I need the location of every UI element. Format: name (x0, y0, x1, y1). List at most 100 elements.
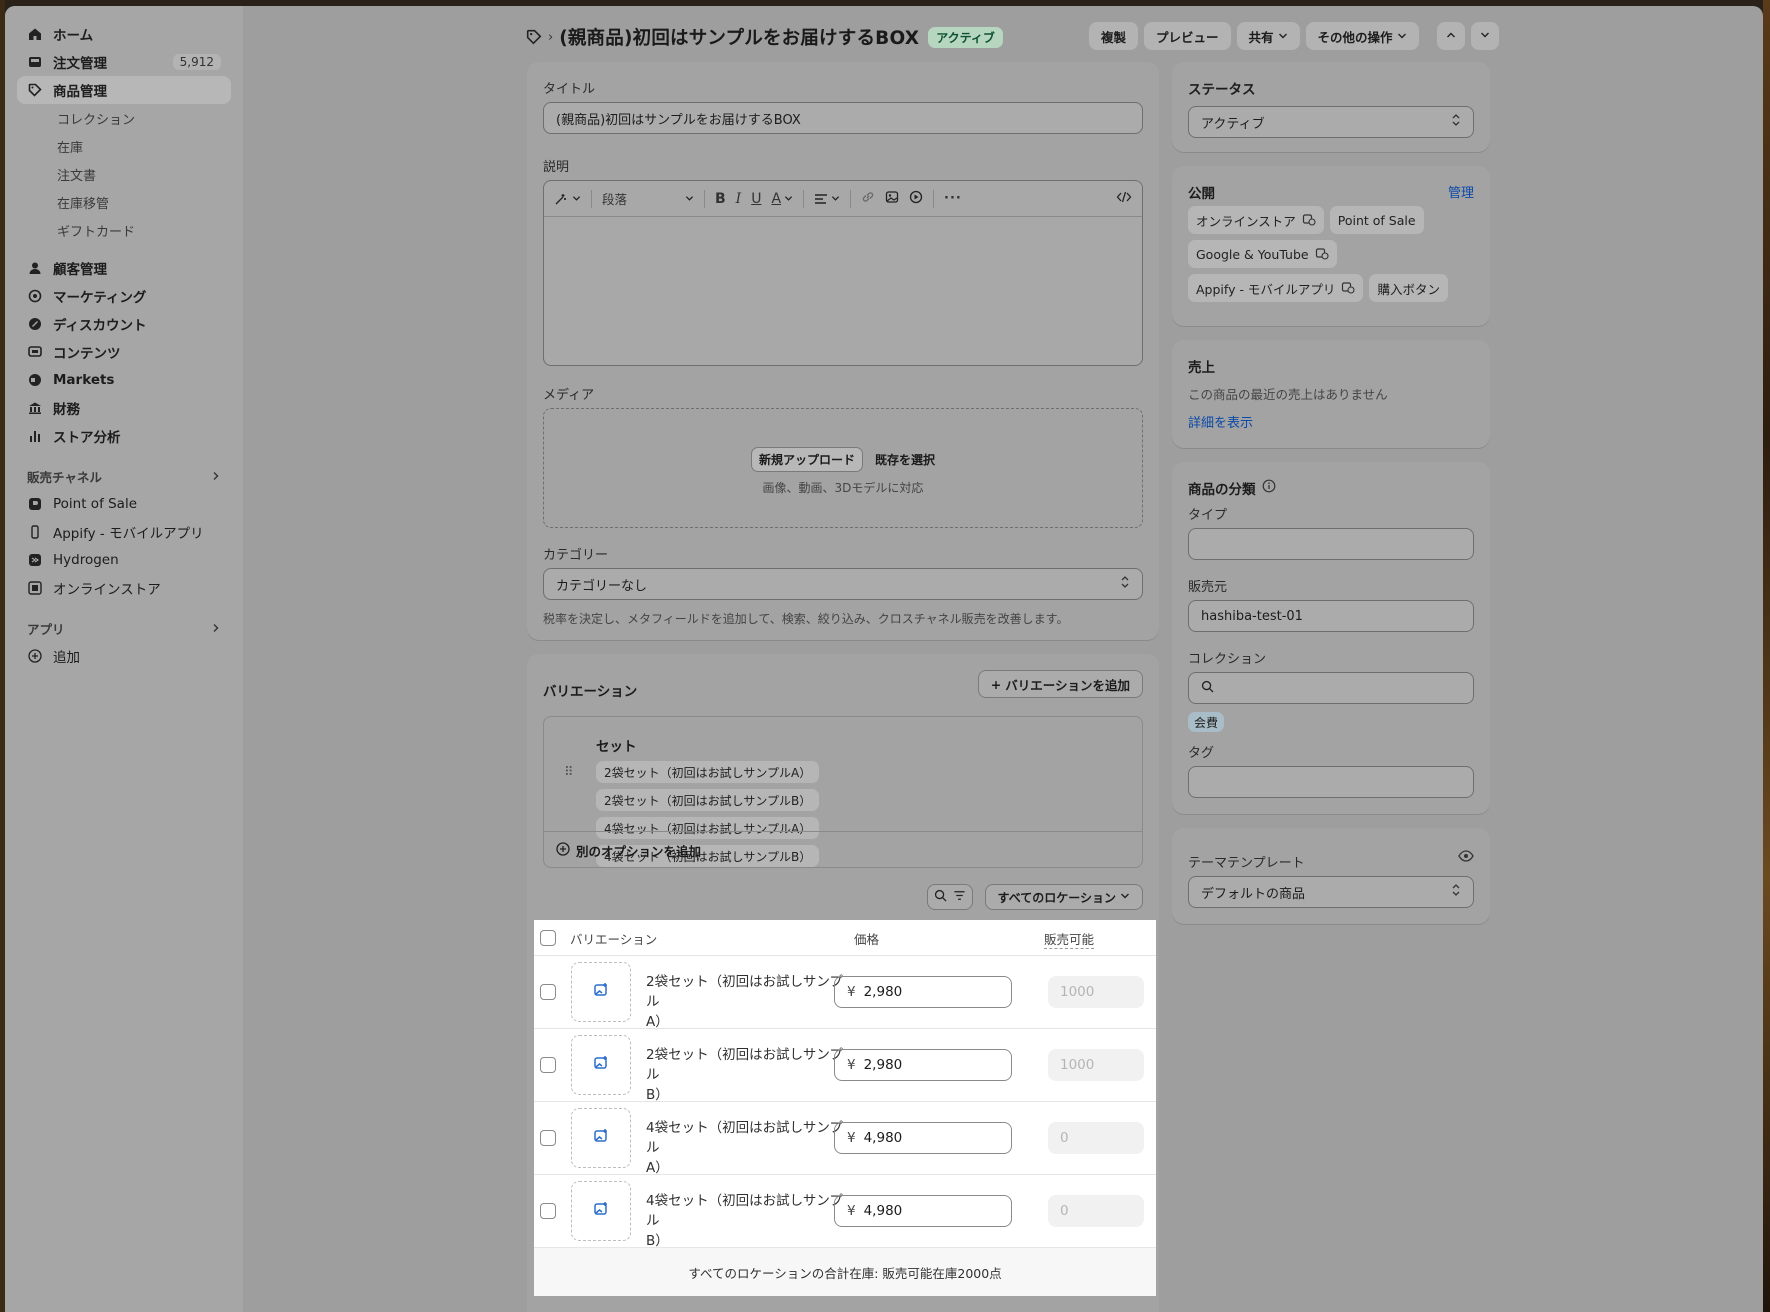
variant-image-placeholder[interactable] (571, 962, 631, 1022)
upload-new-button[interactable]: 新規アップロード (750, 447, 863, 472)
table-row[interactable]: 4袋セット（初回はお試しサンプル A） ¥4,980 0 (534, 1102, 1156, 1176)
available-input[interactable]: 0 (1048, 1122, 1144, 1154)
sidebar-subitem-gift-cards[interactable]: ギフトカード (17, 216, 231, 244)
next-product-button[interactable] (1470, 22, 1499, 50)
sidebar-item-finance[interactable]: 財務 (17, 394, 231, 422)
table-row[interactable]: 2袋セット（初回はお試しサンプル B） ¥2,980 1000 (534, 1029, 1156, 1105)
sidebar-item-discounts[interactable]: ディスカウント (17, 310, 231, 338)
more-formatting-icon[interactable]: ··· (944, 191, 962, 206)
sidebar-add-app[interactable]: 追加 (17, 642, 231, 670)
sidebar-channel-hydrogen[interactable]: Hydrogen (17, 546, 231, 574)
collection-search-input[interactable] (1188, 672, 1474, 704)
sidebar-channel-online-store[interactable]: オンラインストア (17, 574, 231, 602)
sidebar-channel-pos[interactable]: Point of Sale (17, 490, 231, 518)
row-checkbox[interactable] (540, 1203, 556, 1219)
variant-image-placeholder[interactable] (571, 1181, 631, 1241)
select-all-checkbox[interactable] (540, 930, 556, 946)
bold-icon[interactable]: B (715, 191, 726, 207)
price-input[interactable]: ¥2,980 (834, 1049, 1012, 1081)
sidebar-item-marketing[interactable]: マーケティング (17, 282, 231, 310)
magic-icon[interactable] (554, 192, 581, 206)
tags-input[interactable] (1188, 766, 1474, 798)
drag-handle-icon[interactable]: ⠿ (564, 765, 574, 780)
home-icon (27, 26, 43, 42)
select-arrows-icon (1120, 575, 1130, 593)
search-filter-button[interactable] (927, 884, 973, 910)
media-dropzone[interactable]: 新規アップロード 既存を選択 画像、動画、3Dモデルに対応 (543, 408, 1143, 528)
sidebar-subitem-inventory[interactable]: 在庫 (17, 132, 231, 160)
filter-icon (953, 889, 966, 905)
price-input[interactable]: ¥4,980 (834, 1122, 1012, 1154)
italic-icon[interactable]: I (736, 191, 742, 207)
select-existing-link[interactable]: 既存を選択 (875, 451, 935, 468)
variant-name-line: 4袋セット（初回はお試しサンプル (646, 1193, 843, 1229)
underline-icon[interactable]: U (751, 191, 761, 207)
table-row[interactable]: 2袋セット（初回はお試しサンプル A） ¥2,980 1000 (534, 956, 1156, 1030)
text-color-icon[interactable]: A (771, 191, 793, 207)
view-details-link[interactable]: 詳細を表示 (1188, 412, 1253, 431)
manage-link[interactable]: 管理 (1448, 182, 1474, 201)
sidebar-item-label: ディスカウント (53, 318, 147, 334)
collection-label: コレクション (1188, 652, 1267, 667)
table-row[interactable]: 4袋セット（初回はお試しサンプル B） ¥4,980 0 (534, 1175, 1156, 1249)
link-icon[interactable] (861, 190, 875, 208)
collection-tag[interactable]: 会費 (1188, 712, 1225, 732)
duplicate-button[interactable]: 複製 (1089, 22, 1139, 50)
title-input[interactable]: (親商品)初回はサンプルをお届けするBOX (543, 102, 1143, 134)
row-checkbox[interactable] (540, 1130, 556, 1146)
option-value-chip[interactable]: 2袋セット（初回はお試しサンプルA） (596, 761, 820, 783)
price-input[interactable]: ¥4,980 (834, 1195, 1012, 1227)
sidebar-channel-appify[interactable]: Appify - モバイルアプリ (17, 518, 231, 546)
video-icon[interactable] (909, 190, 923, 208)
add-variant-button[interactable]: + バリエーションを追加 (977, 670, 1143, 698)
plus-circle-icon (27, 648, 43, 664)
add-option-button[interactable]: 別のオプションを追加 (556, 841, 701, 860)
sales-channels-section[interactable]: 販売チャネル (17, 462, 231, 490)
align-icon[interactable] (814, 193, 840, 205)
publishing-channels: オンラインストア Point of Sale Google & YouTube … (1188, 206, 1478, 302)
theme-template-select[interactable]: デフォルトの商品 (1188, 876, 1474, 908)
eye-icon[interactable] (1458, 850, 1474, 866)
sidebar-item-products[interactable]: 商品管理 (17, 76, 231, 104)
category-select[interactable]: カテゴリーなし (543, 568, 1143, 600)
info-icon[interactable] (1262, 479, 1276, 497)
sidebar-subitem-purchase-orders[interactable]: 注文書 (17, 160, 231, 188)
sidebar-item-analytics[interactable]: ストア分析 (17, 422, 231, 450)
available-input[interactable]: 0 (1048, 1195, 1144, 1227)
variant-image-placeholder[interactable] (571, 1035, 631, 1095)
location-filter-select[interactable]: すべてのロケーション (984, 884, 1143, 910)
sidebar-item-orders[interactable]: 注文管理 5,912 (17, 48, 231, 76)
page-title: (親商品)初回はサンプルをお届けするBOX (559, 28, 920, 49)
sidebar-item-customers[interactable]: 顧客管理 (17, 254, 231, 282)
vendor-label: 販売元 (1188, 580, 1228, 595)
vendor-input[interactable]: hashiba-test-01 (1188, 600, 1474, 632)
code-view-icon[interactable] (1116, 190, 1132, 208)
variant-image-placeholder[interactable] (571, 1108, 631, 1168)
paragraph-select[interactable]: 段落 (602, 189, 694, 208)
more-actions-button[interactable]: その他の操作 (1305, 22, 1419, 50)
variant-name: 2袋セット（初回はお試しサンプル B） (646, 1045, 856, 1105)
option-value-chip[interactable]: 2袋セット（初回はお試しサンプルB） (596, 789, 820, 811)
type-input[interactable] (1188, 528, 1474, 560)
sidebar-item-home[interactable]: ホーム (17, 20, 231, 48)
sidebar-item-markets[interactable]: Markets (17, 366, 231, 394)
status-select[interactable]: アクティブ (1188, 106, 1474, 138)
sidebar-item-content[interactable]: コンテンツ (17, 338, 231, 366)
add-image-icon (593, 1201, 609, 1221)
preview-button[interactable]: プレビュー (1144, 22, 1231, 50)
chevron-right-icon: › (548, 29, 554, 45)
available-input[interactable]: 1000 (1048, 1049, 1144, 1081)
row-checkbox[interactable] (540, 984, 556, 1000)
available-input[interactable]: 1000 (1048, 976, 1144, 1008)
previous-product-button[interactable] (1436, 22, 1465, 50)
option-value-chip[interactable]: 4袋セット（初回はお試しサンプルA） (596, 817, 820, 839)
sidebar-subitem-transfers[interactable]: 在庫移管 (17, 188, 231, 216)
category-label: カテゴリー (543, 548, 609, 563)
image-icon[interactable] (885, 190, 899, 208)
sidebar-subitem-collections[interactable]: コレクション (17, 104, 231, 132)
row-checkbox[interactable] (540, 1057, 556, 1073)
share-button[interactable]: 共有 (1236, 22, 1300, 50)
apps-section[interactable]: アプリ (17, 614, 231, 642)
price-input[interactable]: ¥2,980 (834, 976, 1012, 1008)
tag-icon[interactable] (526, 29, 542, 45)
